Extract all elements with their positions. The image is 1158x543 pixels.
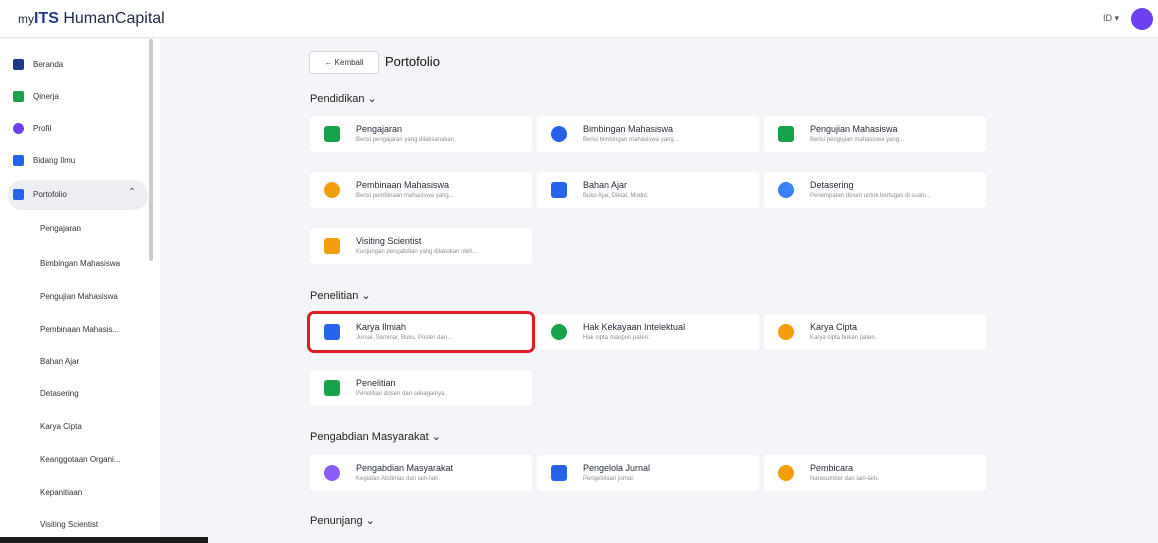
- page-title: Portofolio: [385, 54, 440, 69]
- sidebar-subitem[interactable]: Visiting Scientist: [40, 520, 98, 529]
- sidebar-item-bidang-ilmu[interactable]: Bidang Ilmu: [0, 146, 150, 176]
- card-pengabdian-masyarakat[interactable]: Pengabdian Masyarakat Kegiatan Abdimas d…: [310, 455, 532, 491]
- sidebar: Beranda Qinerja Profil Bidang Ilmu Porto…: [0, 39, 160, 543]
- card-detasering[interactable]: Detasering Penempatan dosen untuk bertug…: [764, 172, 986, 208]
- card-title: Pengajaran: [356, 124, 403, 134]
- copyright-icon: [778, 324, 794, 340]
- card-description: Berisi pengujian mahasiswa yang...: [810, 137, 905, 143]
- card-description: Hak cipta maupun paten.: [583, 335, 650, 341]
- sidebar-item-label: Beranda: [33, 60, 64, 69]
- card-pembinaan-mahasiswa[interactable]: Pembinaan Mahasiswa Berisi pembinaan mah…: [310, 172, 532, 208]
- sidebar-subitem[interactable]: Detasering: [40, 389, 79, 398]
- card-description: Karya cipta bukan paten.: [810, 335, 877, 341]
- language-selector[interactable]: ID ▾: [1103, 13, 1119, 24]
- sidebar-subitem[interactable]: Keanggotaan Organi...: [40, 455, 121, 464]
- card-description: Narasumber dan lain-lain.: [810, 476, 879, 482]
- card-description: Berisi pembinaan mahasiswa yang...: [356, 193, 454, 199]
- sidebar-item-profil[interactable]: Profil: [0, 114, 150, 144]
- sidebar-subitem[interactable]: Pengujian Mahasiswa: [40, 292, 118, 301]
- bookmark-k-icon: [551, 182, 567, 198]
- section-pengabdian-masyarakat[interactable]: Pengabdian Masyarakat ⌄: [310, 430, 441, 443]
- journal-icon: [551, 465, 567, 481]
- shield-lock-icon: [551, 324, 567, 340]
- logo-prefix: my: [18, 12, 34, 26]
- taskbar-strip: [0, 537, 208, 543]
- book-icon: [13, 155, 24, 166]
- card-pengajaran[interactable]: Pengajaran Berisi pengajaran yang dilaks…: [310, 116, 532, 152]
- section-penunjang[interactable]: Penunjang ⌄: [310, 514, 375, 527]
- visit-book-icon: [324, 238, 340, 254]
- user-avatar-icon[interactable]: [1131, 8, 1153, 30]
- card-title: Pengujian Mahasiswa: [810, 124, 898, 134]
- card-title: Pembinaan Mahasiswa: [356, 180, 450, 190]
- sidebar-item-label: Profil: [33, 124, 52, 133]
- card-bimbingan-mahasiswa[interactable]: Bimbingan Mahasiswa Berisi bimbingan mah…: [537, 116, 759, 152]
- card-description: Buku Ajar, Diktat, Modul.: [583, 193, 649, 199]
- card-title: Pengabdian Masyarakat: [356, 463, 454, 473]
- home-icon: [13, 59, 24, 70]
- chevron-up-icon[interactable]: ⌃: [128, 187, 136, 198]
- profile-icon: [13, 123, 24, 134]
- sidebar-item-label: Qinerja: [33, 92, 59, 101]
- microscope-icon: [324, 380, 340, 396]
- mentoring-icon: [324, 182, 340, 198]
- sidebar-subitem[interactable]: Kepanitiaan: [40, 488, 82, 497]
- heart-hands-icon: [324, 465, 340, 481]
- sidebar-item-label: Portofolio: [33, 190, 67, 199]
- portfolio-icon: [13, 189, 24, 200]
- card-description: Berisi pengajaran yang dilaksanakan.: [356, 137, 456, 143]
- sidebar-subitem[interactable]: Karya Cipta: [40, 422, 82, 431]
- exam-doc-icon: [778, 126, 794, 142]
- card-title: Karya Cipta: [810, 322, 858, 332]
- sidebar-subitem[interactable]: Bahan Ajar: [40, 357, 79, 366]
- card-title: Pengelola Jurnal: [583, 463, 651, 473]
- card-title: Hak Kekayaan Intelektual: [583, 322, 686, 332]
- app-logo[interactable]: myITS HumanCapital: [18, 10, 165, 28]
- card-description: Berisi bimbingan mahasiswa yang...: [583, 137, 679, 143]
- card-description: Jurnal, Seminar, Buku, Poster dan...: [356, 335, 453, 341]
- card-description: Kegiatan Abdimas dan lain-lain.: [356, 476, 441, 482]
- card-title: Penelitian: [356, 378, 396, 388]
- card-description: Penempatan dosen untuk bertugas di suatu…: [810, 193, 932, 199]
- qinerja-icon: [13, 91, 24, 102]
- card-title: Detasering: [810, 180, 854, 190]
- card-title: Bimbingan Mahasiswa: [583, 124, 674, 134]
- card-description: Kunjungan pengabdian yang dilakukan oleh…: [356, 249, 478, 255]
- card-pembicara[interactable]: Pembicara Narasumber dan lain-lain.: [764, 455, 986, 491]
- back-button[interactable]: ← Kembali: [309, 51, 379, 74]
- card-title: Bahan Ajar: [583, 180, 628, 190]
- logo-suffix: HumanCapital: [58, 10, 165, 27]
- students-icon: [551, 126, 567, 142]
- card-visiting-scientist[interactable]: Visiting Scientist Kunjungan pengabdian …: [310, 228, 532, 264]
- sidebar-subitem[interactable]: Pengajaran: [40, 224, 81, 233]
- sidebar-item-beranda[interactable]: Beranda: [0, 50, 150, 80]
- sidebar-subitem[interactable]: Bimbingan Mahasiswa: [40, 259, 120, 268]
- card-penelitian[interactable]: Penelitian Penelitian dosen dan sebagain…: [310, 370, 532, 406]
- card-title: Visiting Scientist: [356, 236, 422, 246]
- handshake-icon: [778, 182, 794, 198]
- sidebar-subitem[interactable]: Pembinaan Mahasis...: [40, 325, 119, 334]
- card-karya-ilmiah[interactable]: Karya Ilmiah Jurnal, Seminar, Buku, Post…: [307, 311, 535, 353]
- sidebar-item-portofolio[interactable]: Portofolio ⌃: [8, 180, 148, 210]
- sidebar-item-label: Bidang Ilmu: [33, 156, 76, 165]
- card-title: Pembicara: [810, 463, 854, 473]
- top-header: myITS HumanCapital ID ▾: [0, 0, 1158, 38]
- card-pengujian-mahasiswa[interactable]: Pengujian Mahasiswa Berisi pengujian mah…: [764, 116, 986, 152]
- card-description: Pengelolaan jurnal.: [583, 476, 635, 482]
- card-hak-kekayaan-intelektual[interactable]: Hak Kekayaan Intelektual Hak cipta maupu…: [537, 314, 759, 350]
- card-description: Penelitian dosen dan sebagainya.: [356, 391, 447, 397]
- section-pendidikan[interactable]: Pendidikan ⌄: [310, 92, 377, 105]
- card-title: Karya Ilmiah: [356, 322, 407, 332]
- microphone-icon: [778, 465, 794, 481]
- flask-icon: [324, 324, 340, 340]
- sidebar-item-qinerja[interactable]: Qinerja: [0, 82, 150, 112]
- section-penelitian[interactable]: Penelitian ⌄: [310, 289, 371, 302]
- teaching-board-icon: [324, 126, 340, 142]
- logo-brand: ITS: [34, 10, 59, 27]
- card-karya-cipta[interactable]: Karya Cipta Karya cipta bukan paten.: [764, 314, 986, 350]
- card-bahan-ajar[interactable]: Bahan Ajar Buku Ajar, Diktat, Modul.: [537, 172, 759, 208]
- card-pengelola-jurnal[interactable]: Pengelola Jurnal Pengelolaan jurnal.: [537, 455, 759, 491]
